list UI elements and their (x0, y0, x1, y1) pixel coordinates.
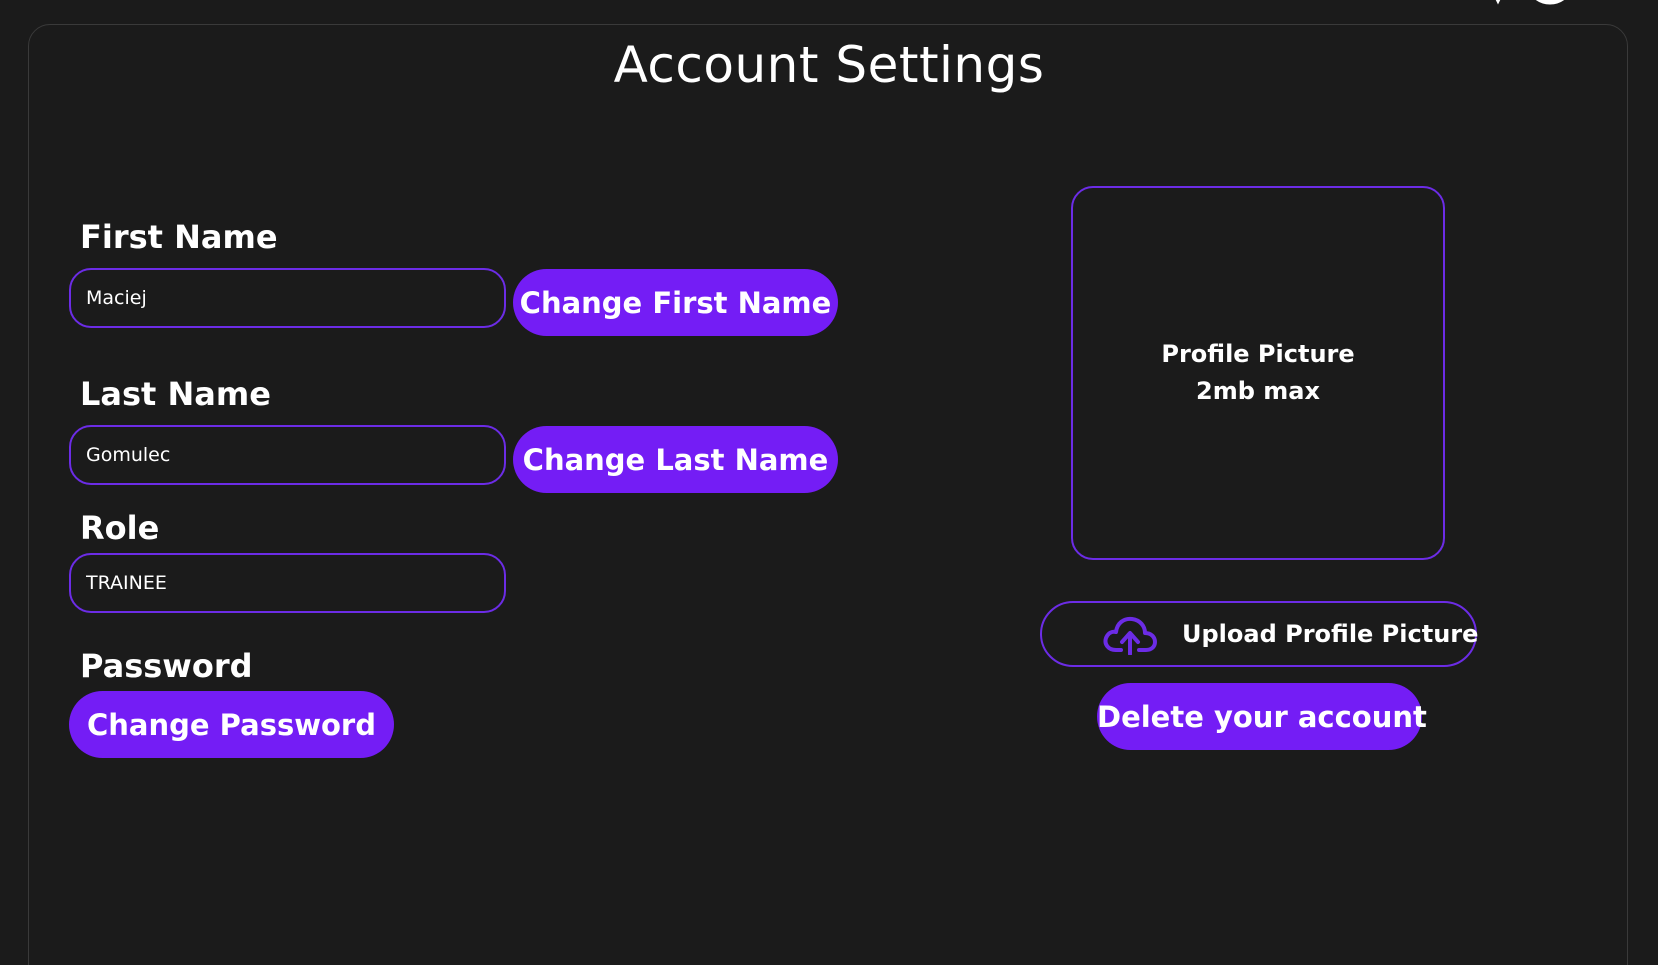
first-name-label: First Name (80, 218, 278, 256)
role-field (69, 553, 506, 613)
delete-account-button[interactable]: Delete your account (1097, 683, 1427, 750)
first-name-input[interactable] (69, 268, 506, 328)
profile-picture-size-limit: 2mb max (1196, 377, 1320, 405)
upload-profile-picture-button[interactable]: Upload Profile Picture (1040, 601, 1479, 667)
change-first-name-button[interactable]: Change First Name (513, 269, 838, 336)
account-settings-page: Account Settings First Name Change First… (0, 0, 1658, 965)
partial-header-icon (1495, 0, 1565, 5)
cloud-upload-icon (1103, 616, 1157, 655)
last-name-input[interactable] (69, 425, 506, 485)
change-password-button[interactable]: Change Password (69, 691, 394, 758)
role-label: Role (80, 509, 160, 547)
page-title: Account Settings (613, 36, 1045, 94)
profile-picture-dropzone[interactable]: Profile Picture 2mb max (1071, 186, 1445, 560)
last-name-label: Last Name (80, 375, 271, 413)
change-last-name-button[interactable]: Change Last Name (513, 426, 838, 493)
password-label: Password (80, 647, 253, 685)
upload-profile-picture-label: Upload Profile Picture (1182, 620, 1479, 648)
profile-picture-label: Profile Picture (1161, 340, 1355, 368)
